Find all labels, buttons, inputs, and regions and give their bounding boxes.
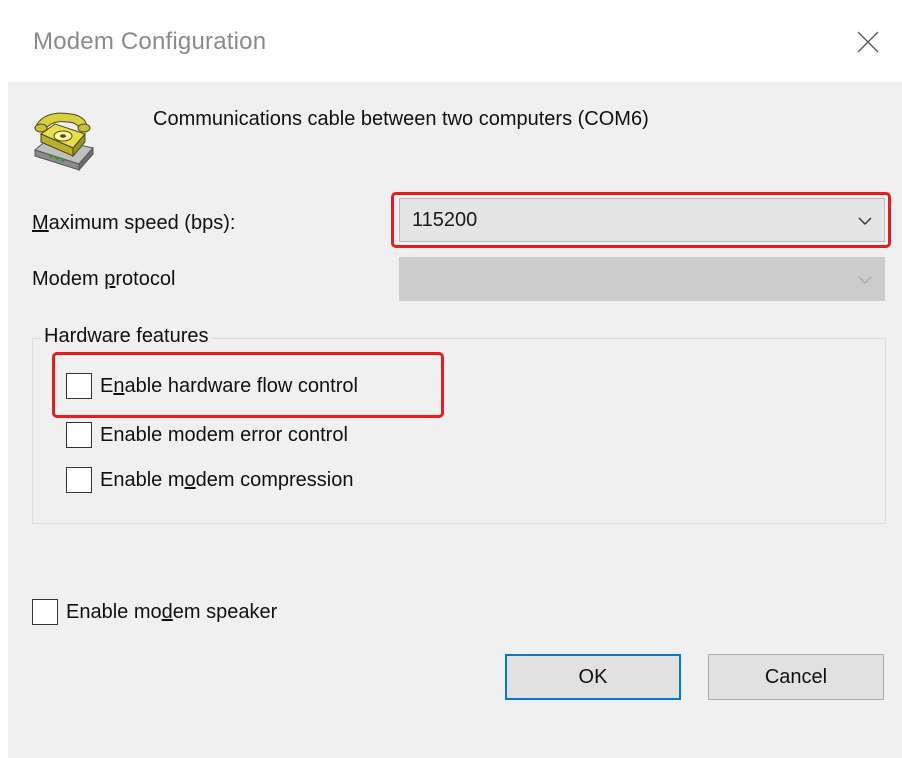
- modem-protocol-select[interactable]: [399, 257, 885, 301]
- error-control-checkbox[interactable]: [66, 422, 92, 448]
- compression-checkbox-row[interactable]: Enable modem compression: [66, 467, 353, 493]
- chevron-down-icon: [858, 276, 872, 284]
- cancel-button[interactable]: Cancel: [708, 654, 884, 700]
- ok-button[interactable]: OK: [505, 654, 681, 700]
- max-speed-value: 115200: [412, 208, 478, 231]
- close-icon: [857, 31, 879, 53]
- modem-configuration-dialog: Modem Configuration Communications cable…: [0, 0, 902, 758]
- compression-checkbox[interactable]: [66, 467, 92, 493]
- telephone-icon: [33, 112, 94, 172]
- speaker-checkbox[interactable]: [32, 599, 58, 625]
- title-bar: Modem Configuration: [0, 0, 902, 82]
- max-speed-select[interactable]: 115200: [399, 198, 885, 242]
- speaker-label: Enable modem speaker: [66, 600, 278, 623]
- modem-protocol-label: Modem protocol: [32, 268, 176, 290]
- hardware-features-title: Hardware features: [40, 325, 213, 348]
- flow-control-checkbox[interactable]: [66, 373, 92, 399]
- max-speed-label: Maximum speed (bps):: [32, 212, 236, 234]
- dialog-body: Communications cable between two compute…: [8, 82, 902, 758]
- chevron-down-icon: [858, 217, 872, 225]
- compression-label: Enable modem compression: [100, 468, 354, 491]
- error-control-checkbox-row[interactable]: Enable modem error control: [66, 422, 348, 448]
- speaker-checkbox-row[interactable]: Enable modem speaker: [32, 599, 277, 625]
- error-control-label: Enable modem error control: [100, 423, 348, 446]
- window-title: Modem Configuration: [33, 28, 267, 55]
- flow-control-checkbox-row[interactable]: Enable hardware flow control: [66, 373, 358, 399]
- flow-control-label: Enable hardware flow control: [100, 374, 358, 397]
- device-name: Communications cable between two compute…: [153, 108, 649, 130]
- close-button[interactable]: [848, 22, 888, 62]
